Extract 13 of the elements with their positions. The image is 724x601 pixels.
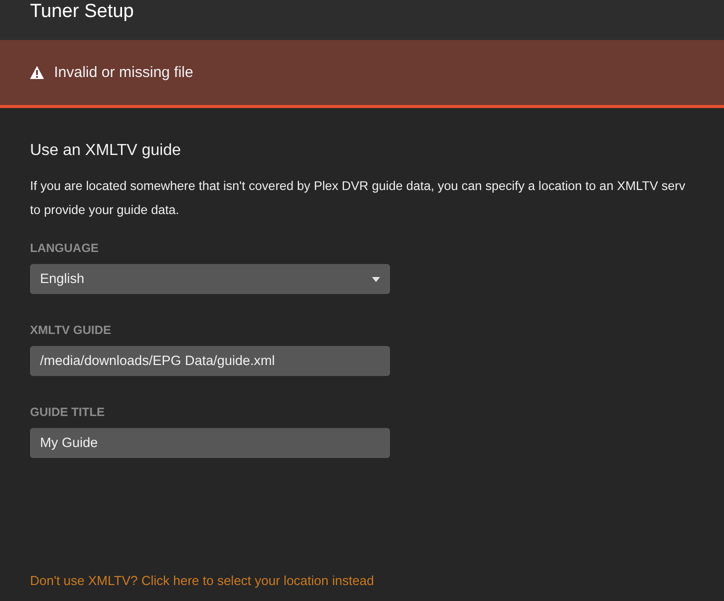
language-dropdown[interactable]: English bbox=[30, 264, 390, 294]
input-field[interactable]: My Guide bbox=[30, 428, 390, 458]
field-label: XMLTV GUIDE bbox=[30, 322, 112, 338]
warning-icon bbox=[30, 66, 44, 79]
location-link[interactable]: Don't use XMLTV? Click here to select your location instead bbox=[30, 572, 374, 590]
caret-icon bbox=[372, 276, 380, 282]
input-field[interactable]: /media/downloads/EPG Data/guide.xml bbox=[30, 346, 390, 376]
description-text: If you are located somewhere that isn't covered by Plex DVR guide data, you can specify a location to an XMLTV serv to provide your guide data. bbox=[30, 178, 686, 219]
error-message: Invalid or missing file bbox=[54, 62, 194, 82]
field-label: GUIDE TITLE bbox=[30, 404, 105, 420]
section-heading: Use an XMLTV guide bbox=[30, 141, 181, 161]
field-label: LANGUAGE bbox=[30, 240, 99, 256]
page-title: Tuner Setup bbox=[30, 0, 134, 24]
